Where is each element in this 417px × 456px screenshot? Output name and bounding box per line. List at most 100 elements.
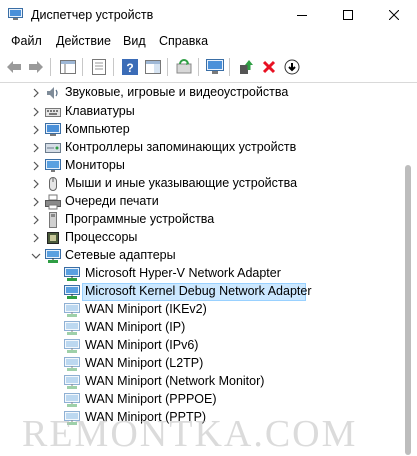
monitor-scan-icon bbox=[206, 59, 224, 74]
tree-item-sound[interactable]: Звуковые, игровые и видеоустройства bbox=[0, 84, 400, 102]
menu-bar: Файл Действие Вид Справка bbox=[0, 32, 417, 52]
chevron-down-icon[interactable] bbox=[31, 250, 41, 262]
toolbar-separator bbox=[82, 58, 83, 76]
toolbar-divider bbox=[0, 82, 417, 83]
chevron-right-icon[interactable] bbox=[31, 142, 41, 154]
wan-miniport-icon bbox=[64, 357, 80, 371]
device-manager-icon bbox=[8, 8, 23, 21]
tree-item-monitors[interactable]: Мониторы bbox=[0, 157, 400, 175]
speaker-icon bbox=[47, 87, 58, 99]
update-driver-button[interactable] bbox=[236, 57, 256, 77]
printer-icon bbox=[45, 194, 61, 210]
tree-item-software-devices[interactable]: Программные устройства bbox=[0, 211, 400, 229]
chevron-right-icon[interactable] bbox=[31, 160, 41, 172]
tree-item-label: Контроллеры запоминающих устройств bbox=[65, 140, 297, 154]
network-adapter-item[interactable]: WAN Miniport (IP) bbox=[0, 319, 400, 337]
wan-miniport-icon bbox=[64, 375, 80, 389]
help-button[interactable]: ? bbox=[120, 57, 140, 77]
uninstall-icon bbox=[262, 60, 276, 74]
network-adapter-item[interactable]: Microsoft Hyper-V Network Adapter bbox=[0, 265, 400, 283]
properties-icon bbox=[92, 59, 106, 75]
toolbar-separator bbox=[167, 58, 168, 76]
network-adapter-icon bbox=[64, 285, 80, 299]
tree-item-label: Клавиатуры bbox=[65, 104, 135, 118]
disable-device-icon bbox=[284, 59, 300, 75]
chevron-right-icon[interactable] bbox=[31, 214, 41, 226]
tree-item-mice[interactable]: Мыши и иные указывающие устройства bbox=[0, 175, 400, 193]
title-bar: Диспетчер устройств bbox=[0, 0, 417, 30]
scan-hardware-button[interactable] bbox=[205, 57, 225, 77]
network-adapter-item[interactable]: WAN Miniport (PPPOE) bbox=[0, 391, 400, 409]
help-icon: ? bbox=[122, 59, 138, 75]
network-adapter-label: WAN Miniport (PPPOE) bbox=[85, 392, 217, 406]
toolbar-separator bbox=[198, 58, 199, 76]
network-adapter-label: WAN Miniport (IKEv2) bbox=[85, 302, 207, 316]
network-adapter-label: Microsoft Kernel Debug Network Adapter bbox=[85, 284, 312, 298]
toolbar-separator bbox=[50, 58, 51, 76]
network-adapter-item[interactable]: WAN Miniport (IKEv2) bbox=[0, 301, 400, 319]
show-hide-tree-icon bbox=[60, 60, 76, 74]
network-adapter-item-selected[interactable]: Microsoft Kernel Debug Network Adapter bbox=[0, 283, 400, 301]
menu-file[interactable]: Файл bbox=[11, 34, 42, 48]
menu-help[interactable]: Справка bbox=[159, 34, 208, 48]
processor-icon bbox=[47, 232, 59, 244]
network-adapter-label: Microsoft Hyper-V Network Adapter bbox=[85, 266, 281, 280]
device-tree: Звуковые, игровые и видеоустройства Клав… bbox=[0, 84, 400, 455]
network-adapter-item[interactable]: WAN Miniport (Network Monitor) bbox=[0, 373, 400, 391]
tree-item-label: Очереди печати bbox=[65, 194, 159, 208]
scrollbar-thumb[interactable] bbox=[405, 165, 411, 455]
keyboard-icon bbox=[45, 108, 61, 117]
network-adapter-label: WAN Miniport (IP) bbox=[85, 320, 186, 334]
svg-text:?: ? bbox=[126, 61, 133, 75]
toolbar: ? bbox=[0, 53, 417, 81]
menu-view[interactable]: Вид bbox=[123, 34, 146, 48]
refresh-icon bbox=[176, 59, 192, 74]
mouse-icon bbox=[49, 177, 57, 191]
tree-item-processors[interactable]: Процессоры bbox=[0, 229, 400, 247]
chevron-right-icon[interactable] bbox=[31, 106, 41, 118]
tree-item-computer[interactable]: Компьютер bbox=[0, 121, 400, 139]
action-pane-icon bbox=[145, 60, 161, 74]
toolbar-separator bbox=[229, 58, 230, 76]
show-hide-tree-button[interactable] bbox=[58, 57, 78, 77]
network-adapter-icon bbox=[64, 267, 80, 281]
close-button[interactable] bbox=[371, 0, 417, 30]
back-button[interactable] bbox=[4, 57, 24, 77]
refresh-button[interactable] bbox=[174, 57, 194, 77]
chevron-right-icon[interactable] bbox=[31, 124, 41, 136]
monitor-icon bbox=[45, 159, 61, 172]
tree-item-label: Процессоры bbox=[65, 230, 138, 244]
toolbar-separator bbox=[113, 58, 114, 76]
wan-miniport-icon bbox=[64, 321, 80, 335]
network-adapter-label: WAN Miniport (Network Monitor) bbox=[85, 374, 265, 388]
uninstall-button[interactable] bbox=[259, 57, 279, 77]
chevron-right-icon[interactable] bbox=[31, 196, 41, 208]
network-adapter-item[interactable]: WAN Miniport (L2TP) bbox=[0, 355, 400, 373]
minimize-icon bbox=[297, 15, 307, 16]
wan-miniport-icon bbox=[64, 303, 80, 317]
wan-miniport-icon bbox=[64, 339, 80, 353]
chevron-right-icon[interactable] bbox=[31, 87, 41, 99]
menu-action[interactable]: Действие bbox=[56, 34, 111, 48]
storage-controller-icon bbox=[45, 143, 61, 153]
action-pane-button[interactable] bbox=[143, 57, 163, 77]
properties-button[interactable] bbox=[89, 57, 109, 77]
software-device-icon bbox=[49, 212, 57, 228]
network-adapter-item[interactable]: WAN Miniport (IPv6) bbox=[0, 337, 400, 355]
maximize-button[interactable] bbox=[325, 0, 371, 30]
network-adapter-icon bbox=[45, 249, 61, 263]
minimize-button[interactable] bbox=[279, 0, 325, 30]
tree-item-keyboards[interactable]: Клавиатуры bbox=[0, 103, 400, 121]
tree-item-label: Программные устройства bbox=[65, 212, 215, 226]
tree-item-print-queues[interactable]: Очереди печати bbox=[0, 193, 400, 211]
tree-item-label: Компьютер bbox=[65, 122, 130, 136]
forward-button[interactable] bbox=[26, 57, 46, 77]
chevron-right-icon[interactable] bbox=[31, 232, 41, 244]
tree-item-storage-controllers[interactable]: Контроллеры запоминающих устройств bbox=[0, 139, 400, 157]
network-adapter-label: WAN Miniport (L2TP) bbox=[85, 356, 204, 370]
computer-icon bbox=[45, 123, 61, 136]
chevron-right-icon[interactable] bbox=[31, 178, 41, 190]
disable-device-button[interactable] bbox=[282, 57, 302, 77]
network-adapter-label: WAN Miniport (IPv6) bbox=[85, 338, 199, 352]
tree-item-network-adapters[interactable]: Сетевые адаптеры bbox=[0, 247, 400, 265]
